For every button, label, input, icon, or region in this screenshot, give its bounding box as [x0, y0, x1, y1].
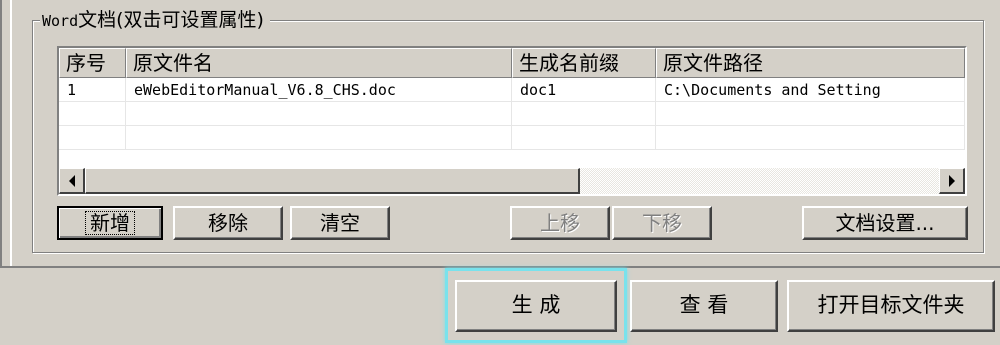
column-header-path[interactable]: 原文件路径 [656, 48, 965, 78]
list-rows: 1 eWebEditorManual_V6.8_CHS.doc doc1 C:\… [59, 78, 965, 150]
cell-prefix [512, 102, 656, 126]
arrow-left-icon [68, 174, 75, 187]
scrollbar-thumb[interactable] [85, 168, 581, 194]
view-button[interactable]: 查 看 [630, 280, 778, 332]
cell-index [59, 102, 126, 126]
cell-path [656, 126, 965, 150]
groupbox-title: Word文档(双击可设置属性) [40, 8, 270, 33]
move-down-button[interactable]: 下移 [612, 206, 712, 240]
groupbox-title-text: 文档(双击可设置属性) [78, 9, 264, 31]
list-row[interactable] [59, 126, 965, 150]
arrow-right-icon [948, 174, 955, 187]
list-header: 序号 原文件名 生成名前缀 原文件路径 [59, 48, 965, 78]
add-button-label: 新增 [85, 211, 135, 235]
clear-button[interactable]: 清空 [290, 206, 390, 240]
scroll-right-button[interactable] [939, 168, 965, 194]
cell-prefix [512, 126, 656, 150]
generate-button[interactable]: 生 成 [455, 280, 617, 332]
cell-index: 1 [59, 78, 126, 102]
add-button[interactable]: 新增 [57, 206, 163, 240]
list-row[interactable]: 1 eWebEditorManual_V6.8_CHS.doc doc1 C:\… [59, 78, 965, 102]
documents-list-view[interactable]: 序号 原文件名 生成名前缀 原文件路径 1 eWebEditorManual_V… [57, 46, 967, 196]
column-header-filename[interactable]: 原文件名 [126, 48, 512, 78]
dialog-root: Word文档(双击可设置属性) 序号 原文件名 生成名前缀 原文件路径 1 eW… [0, 0, 1000, 345]
cell-index [59, 126, 126, 150]
cell-filename: eWebEditorManual_V6.8_CHS.doc [126, 78, 512, 102]
document-settings-button[interactable]: 文档设置... [802, 206, 968, 240]
move-up-button[interactable]: 上移 [510, 206, 610, 240]
cell-filename [126, 102, 512, 126]
list-row[interactable] [59, 102, 965, 126]
column-header-index[interactable]: 序号 [59, 48, 126, 78]
column-header-prefix[interactable]: 生成名前缀 [512, 48, 656, 78]
cell-path [656, 102, 965, 126]
groupbox-title-prefix: Word [42, 12, 79, 30]
cell-path: C:\Documents and Setting [656, 78, 965, 102]
cell-prefix: doc1 [512, 78, 656, 102]
remove-button[interactable]: 移除 [173, 206, 283, 240]
open-target-folder-button[interactable]: 打开目标文件夹 [787, 280, 995, 332]
horizontal-scrollbar[interactable] [59, 168, 965, 194]
scrollbar-track[interactable] [85, 168, 939, 194]
cell-filename [126, 126, 512, 150]
scroll-left-button[interactable] [59, 168, 85, 194]
